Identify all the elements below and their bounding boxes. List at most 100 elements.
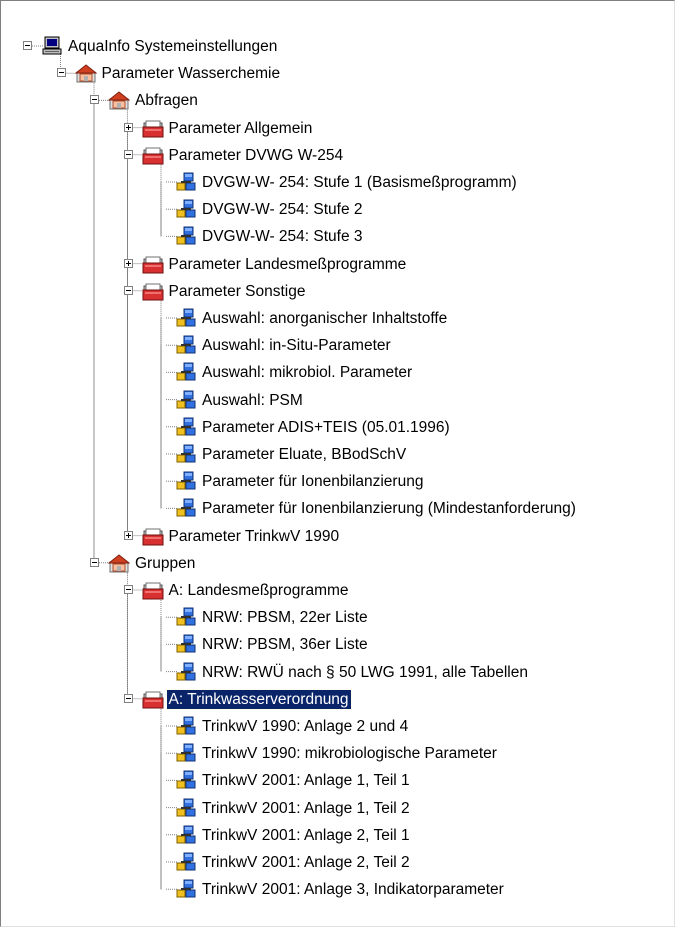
network-item-icon	[175, 851, 197, 873]
network-item-icon	[175, 797, 197, 819]
tree-node-p-dvwg[interactable]: Parameter DVWG W-254	[1, 143, 674, 169]
tree-node-label[interactable]: NRW: PBSM, 36er Liste	[200, 635, 370, 654]
tree-node-g-landes[interactable]: A: Landesmeßprogramme	[1, 578, 674, 604]
tree-node-label[interactable]: Parameter TrinkwV 1990	[167, 527, 342, 546]
tree-node-label[interactable]: NRW: RWÜ nach § 50 LWG 1991, alle Tabell…	[200, 663, 530, 682]
collapse-icon[interactable]	[123, 585, 133, 594]
tree-view[interactable]: AquaInfo Systemeinstellungen Parameter Wa…	[0, 0, 675, 927]
tree-node-p-landes[interactable]: Parameter Landesmeßprogramme	[1, 252, 674, 278]
tree-node-p-allgemein[interactable]: Parameter Allgemein	[1, 116, 674, 142]
collapse-icon[interactable]	[123, 693, 133, 703]
folder-house-icon	[74, 62, 97, 84]
tree-node-label[interactable]: Parameter DVWG W-254	[167, 146, 346, 165]
network-item-icon	[175, 742, 197, 764]
tree-node-label[interactable]: TrinkwV 2001: Anlage 2, Teil 1	[200, 826, 412, 845]
tree-node-label[interactable]: TrinkwV 2001: Anlage 3, Indikatorparamet…	[200, 880, 506, 899]
tree-node-label[interactable]: Parameter für Ionenbilanzierung	[200, 472, 425, 491]
tree-node-t4[interactable]: TrinkwV 2001: Anlage 1, Teil 2	[1, 796, 674, 822]
expand-icon[interactable]	[123, 122, 133, 132]
tree-node-s6[interactable]: Parameter Eluate, BBodSchV	[1, 442, 674, 468]
collapse-icon[interactable]	[90, 557, 99, 567]
tree-node-dvgw3[interactable]: DVGW-W- 254: Stufe 3	[1, 224, 674, 250]
tree-node-label[interactable]: TrinkwV 1990: Anlage 2 und 4	[200, 717, 410, 736]
collapse-icon[interactable]	[123, 285, 133, 295]
network-item-icon	[175, 361, 197, 383]
tree-node-dvgw1[interactable]: DVGW-W- 254: Stufe 1 (Basismeßprogramm)	[1, 170, 674, 196]
tree-node-label[interactable]: DVGW-W- 254: Stufe 2	[200, 200, 365, 219]
tree-node-label[interactable]: A: Landesmeßprogramme	[167, 581, 351, 600]
tree-node-label[interactable]: NRW: PBSM, 22er Liste	[200, 608, 370, 627]
tree-node-label[interactable]: TrinkwV 1990: mikrobiologische Parameter	[200, 744, 499, 763]
tree-node-label[interactable]: Auswahl: anorganischer Inhaltstoffe	[200, 309, 449, 328]
folder-house-icon	[107, 89, 131, 111]
tree-node-label[interactable]: Auswahl: mikrobiol. Parameter	[200, 363, 414, 382]
tree-node-root[interactable]: AquaInfo Systemeinstellungen	[1, 34, 674, 60]
tree-node-label[interactable]: TrinkwV 2001: Anlage 1, Teil 1	[200, 771, 412, 790]
tree-node-label[interactable]: Auswahl: PSM	[200, 391, 305, 410]
network-item-icon	[175, 661, 197, 683]
tree-node-s7[interactable]: Parameter für Ionenbilanzierung	[1, 469, 674, 495]
tree-node-p-trinkwv[interactable]: Parameter TrinkwV 1990	[1, 524, 674, 550]
network-item-icon	[175, 389, 197, 411]
tree-node-n3[interactable]: NRW: RWÜ nach § 50 LWG 1991, alle Tabell…	[1, 660, 674, 686]
tree-node-label[interactable]: Parameter Allgemein	[167, 119, 315, 138]
tree-node-g-trink[interactable]: A: Trinkwasserverordnung	[1, 687, 674, 713]
folder-red-icon	[142, 117, 164, 139]
folder-red-icon	[142, 253, 164, 275]
folder-red-icon	[142, 525, 164, 547]
tree-node-s3[interactable]: Auswahl: mikrobiol. Parameter	[1, 360, 674, 386]
tree-node-t6[interactable]: TrinkwV 2001: Anlage 2, Teil 2	[1, 850, 674, 876]
tree-node-t5[interactable]: TrinkwV 2001: Anlage 2, Teil 1	[1, 823, 674, 849]
tree-node-t3[interactable]: TrinkwV 2001: Anlage 1, Teil 1	[1, 768, 674, 794]
tree-node-label[interactable]: TrinkwV 2001: Anlage 1, Teil 2	[200, 799, 412, 818]
tree-node-s2[interactable]: Auswahl: in-Situ-Parameter	[1, 333, 674, 359]
tree-node-label[interactable]: Gruppen	[133, 554, 197, 573]
tree-node-label[interactable]: DVGW-W- 254: Stufe 1 (Basismeßprogramm)	[200, 173, 519, 192]
network-item-icon	[175, 307, 197, 329]
tree-node-dvgw2[interactable]: DVGW-W- 254: Stufe 2	[1, 197, 674, 223]
tree-node-label[interactable]: A: Trinkwasserverordnung	[165, 688, 352, 710]
tree-node-param-wasser[interactable]: Parameter Wasserchemie	[1, 61, 674, 87]
collapse-icon[interactable]	[56, 68, 66, 78]
tree-node-t1[interactable]: TrinkwV 1990: Anlage 2 und 4	[1, 714, 674, 740]
tree-node-t2[interactable]: TrinkwV 1990: mikrobiologische Parameter	[1, 741, 674, 767]
network-item-icon	[175, 171, 197, 193]
expand-icon[interactable]	[123, 530, 133, 540]
network-item-icon	[175, 416, 197, 438]
network-item-icon	[175, 198, 197, 220]
tree-node-label[interactable]: DVGW-W- 254: Stufe 3	[200, 227, 365, 246]
collapse-icon[interactable]	[123, 149, 133, 159]
network-item-icon	[175, 443, 197, 465]
tree-node-label[interactable]: Parameter für Ionenbilanzierung (Mindest…	[200, 499, 578, 518]
tree-node-label[interactable]: Parameter Landesmeßprogramme	[167, 255, 409, 274]
tree-node-label[interactable]: Parameter Wasserchemie	[100, 64, 283, 83]
folder-red-icon	[142, 144, 164, 166]
tree-node-label[interactable]: Parameter Sonstige	[167, 282, 308, 301]
tree-node-label[interactable]: TrinkwV 2001: Anlage 2, Teil 2	[200, 853, 412, 872]
tree-node-label[interactable]: Parameter ADIS+TEIS (05.01.1996)	[200, 418, 452, 437]
tree-node-s1[interactable]: Auswahl: anorganischer Inhaltstoffe	[1, 306, 674, 332]
tree-node-label[interactable]: Abfragen	[133, 91, 200, 110]
tree-node-gruppen[interactable]: Gruppen	[1, 551, 674, 577]
tree-node-label[interactable]: Auswahl: in-Situ-Parameter	[200, 336, 393, 355]
expand-icon[interactable]	[123, 258, 133, 268]
network-item-icon	[175, 715, 197, 737]
tree-node-s8[interactable]: Parameter für Ionenbilanzierung (Mindest…	[1, 496, 674, 522]
network-item-icon	[175, 497, 197, 519]
network-item-icon	[175, 470, 197, 492]
collapse-icon[interactable]	[90, 95, 99, 105]
tree-node-n1[interactable]: NRW: PBSM, 22er Liste	[1, 605, 674, 631]
network-item-icon	[175, 225, 197, 247]
tree-node-label[interactable]: AquaInfo Systemeinstellungen	[66, 37, 279, 56]
tree-node-n2[interactable]: NRW: PBSM, 36er Liste	[1, 632, 674, 658]
tree-node-label[interactable]: Parameter Eluate, BBodSchV	[200, 445, 408, 464]
network-item-icon	[175, 769, 197, 791]
network-item-icon	[175, 824, 197, 846]
collapse-icon[interactable]	[23, 41, 32, 50]
folder-red-icon	[142, 280, 164, 302]
tree-node-s5[interactable]: Parameter ADIS+TEIS (05.01.1996)	[1, 415, 674, 441]
tree-node-s4[interactable]: Auswahl: PSM	[1, 388, 674, 414]
tree-node-t7[interactable]: TrinkwV 2001: Anlage 3, Indikatorparamet…	[1, 877, 674, 903]
tree-node-p-sonstige[interactable]: Parameter Sonstige	[1, 279, 674, 305]
tree-node-abfragen[interactable]: Abfragen	[1, 88, 674, 114]
